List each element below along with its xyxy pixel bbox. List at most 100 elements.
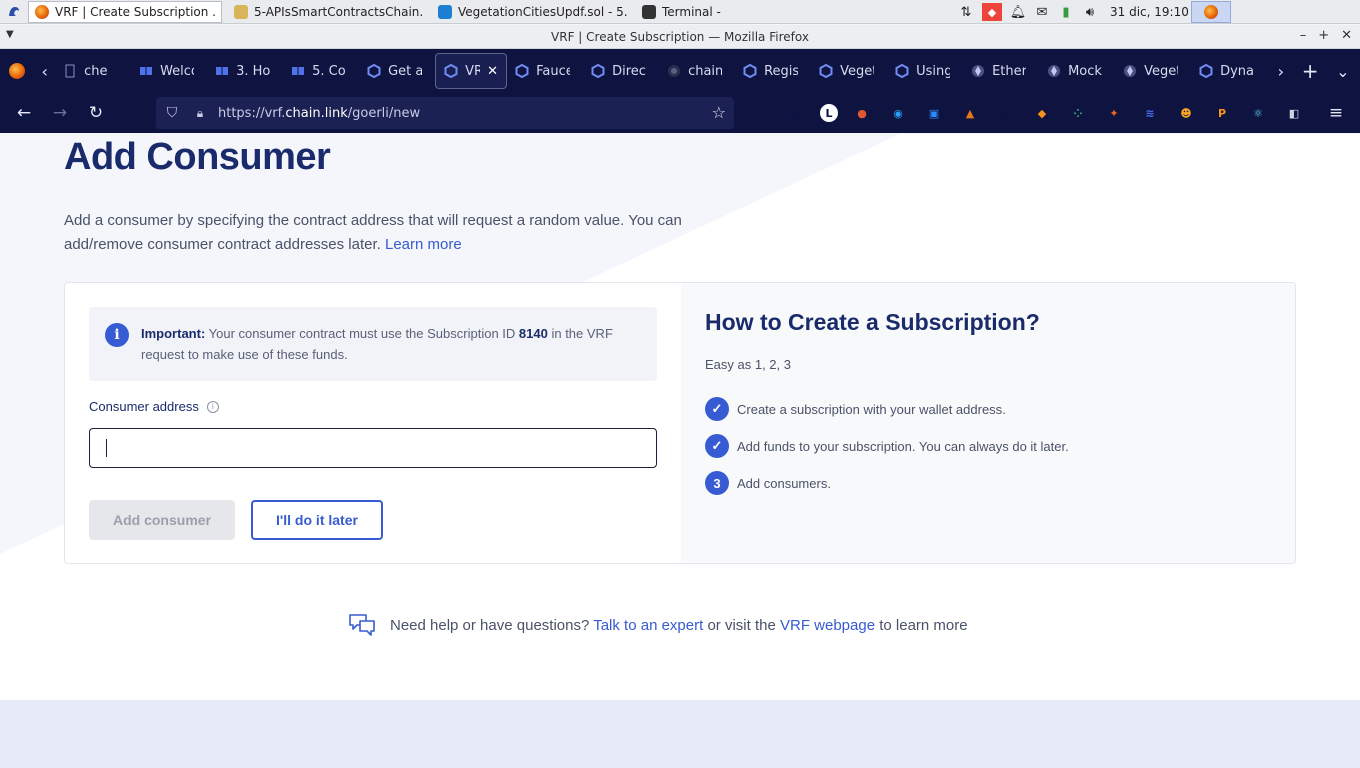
- taskbar-task-terminal[interactable]: Terminal -: [636, 1, 727, 23]
- rocket-icon[interactable]: ✦: [1102, 102, 1126, 124]
- pocket-icon[interactable]: ◙: [784, 102, 808, 124]
- step-text: Add consumers.: [737, 475, 831, 491]
- react-icon[interactable]: ⚛: [1246, 102, 1270, 124]
- chainlink-icon: [515, 64, 529, 78]
- vrf-webpage-link[interactable]: VRF webpage: [780, 617, 875, 634]
- tab-strip: ‹ che Welco 3. Ho 5. Co Get a VRF ✕ Fauce Direct…: [0, 49, 1360, 93]
- tab-title: Veget: [840, 63, 875, 79]
- browser-tab[interactable]: Regist: [735, 53, 811, 89]
- window-menu-icon[interactable]: ▼: [6, 29, 14, 40]
- notification-bell-icon[interactable]: 🔔︎: [1010, 4, 1027, 20]
- browser-tab[interactable]: Veget: [811, 53, 887, 89]
- browser-tab[interactable]: Direct: [583, 53, 659, 89]
- how-to-subtitle: Easy as 1, 2, 3: [705, 357, 791, 372]
- browser-tab[interactable]: Ether: [963, 53, 1039, 89]
- notice-text: Important: Your consumer contract must u…: [141, 323, 641, 365]
- dots-icon[interactable]: ⁘: [1066, 102, 1090, 124]
- maximize-icon[interactable]: +: [1318, 28, 1329, 43]
- browser-tab[interactable]: Using: [887, 53, 963, 89]
- taskbar-task-files[interactable]: 5-APIsSmartContractsChain...: [228, 1, 430, 23]
- shield-orange-icon[interactable]: ◆: [1030, 102, 1054, 124]
- privacy-icon[interactable]: ◉: [886, 102, 910, 124]
- lock-icon[interactable]: 🔒︎: [188, 106, 212, 121]
- info-icon: i: [105, 323, 129, 347]
- browser-tab[interactable]: chainl: [659, 53, 735, 89]
- avatar-ext-icon[interactable]: ☻: [1174, 102, 1198, 124]
- grid-icon[interactable]: ▦: [994, 102, 1018, 124]
- minimize-icon[interactable]: –: [1300, 28, 1307, 43]
- folder-icon: [234, 4, 248, 19]
- tracking-protection-icon[interactable]: ⛉: [156, 105, 188, 121]
- tabs-scroll-left-icon[interactable]: ‹: [34, 49, 55, 93]
- zoom-icon[interactable]: ▣: [922, 102, 946, 124]
- box-icon[interactable]: ◧: [1282, 102, 1306, 124]
- tab-title: Regist: [764, 63, 799, 79]
- new-tab-icon[interactable]: +: [1295, 49, 1326, 93]
- step-item: ✓ Create a subscription with your wallet…: [705, 397, 1006, 421]
- anydesk-icon[interactable]: ◆: [982, 3, 1002, 21]
- battery-icon[interactable]: ▮: [1058, 4, 1074, 20]
- intro-text: Add a consumer by specifying the contrac…: [64, 209, 724, 257]
- info-tooltip-icon[interactable]: i: [206, 400, 219, 413]
- layers-icon[interactable]: ≋: [1138, 102, 1162, 124]
- list-all-tabs-icon[interactable]: ⌄: [1326, 49, 1360, 93]
- browser-tab[interactable]: che: [55, 53, 131, 89]
- mail-icon[interactable]: ✉: [1034, 4, 1050, 20]
- add-consumer-button[interactable]: Add consumer: [89, 500, 235, 540]
- tab-title: 5. Co: [312, 63, 346, 79]
- browser-tab[interactable]: Mock: [1039, 53, 1115, 89]
- terminal-icon: [642, 4, 656, 19]
- chat-bubbles-icon: [349, 614, 375, 636]
- task-label: 5-APIsSmartContractsChain...: [254, 4, 424, 19]
- duckduckgo-icon[interactable]: ●: [850, 102, 874, 124]
- reload-icon[interactable]: ↻: [78, 93, 114, 133]
- github-icon: [667, 64, 681, 78]
- check-icon: ✓: [705, 434, 729, 458]
- tab-title: Get a: [388, 63, 423, 79]
- chainlink-icon: [895, 64, 909, 78]
- close-window-icon[interactable]: ✕: [1341, 28, 1352, 43]
- coin-icon[interactable]: P: [1210, 102, 1234, 124]
- forward-icon[interactable]: →: [42, 93, 78, 133]
- consumer-address-input[interactable]: [89, 428, 657, 468]
- volume-icon[interactable]: 🔊︎: [1082, 4, 1098, 20]
- book-icon: [215, 64, 229, 78]
- url-bar[interactable]: ⛉ 🔒︎ https://vrf. chain.link/goerli/new ☆: [156, 97, 734, 129]
- metamask-icon[interactable]: ▲: [958, 102, 982, 124]
- extensions-toolbar: ◙ L ● ◉ ▣ ▲ ▦ ◆ ⁘ ✦ ≋ ☻ P ⚛ ◧: [784, 102, 1306, 124]
- browser-tab[interactable]: Welco: [131, 53, 207, 89]
- talk-to-expert-link[interactable]: Talk to an expert: [593, 617, 703, 634]
- tabs-scroll-right-icon[interactable]: ›: [1267, 49, 1295, 93]
- app-menu-icon[interactable]: [0, 0, 28, 24]
- l-extension-icon[interactable]: L: [820, 104, 838, 122]
- clock[interactable]: 31 dic, 19:10: [1110, 5, 1189, 19]
- how-to-panel: How to Create a Subscription? Easy as 1,…: [681, 283, 1295, 563]
- app-menu-hamburger-icon[interactable]: ≡: [1318, 93, 1354, 133]
- url-prefix: https://vrf.: [218, 105, 286, 121]
- task-label: Terminal -: [662, 4, 721, 19]
- browser-tab[interactable]: Dynar: [1191, 53, 1267, 89]
- window-title: VRF | Create Subscription — Mozilla Fire…: [551, 29, 809, 44]
- chainlink-icon: [743, 64, 757, 78]
- chainlink-icon: [1199, 64, 1213, 78]
- browser-tab[interactable]: 5. Co: [283, 53, 359, 89]
- browser-tab[interactable]: Veget: [1115, 53, 1191, 89]
- check-icon: ✓: [705, 397, 729, 421]
- browser-tab[interactable]: VRF ✕: [435, 53, 508, 89]
- close-tab-icon[interactable]: ✕: [487, 64, 498, 79]
- browser-tab[interactable]: Fauce: [507, 53, 583, 89]
- tab-title: Using: [916, 63, 951, 79]
- browser-tab[interactable]: Get a: [359, 53, 435, 89]
- bookmark-star-icon[interactable]: ☆: [712, 103, 726, 122]
- step-item: ✓ Add funds to your subscription. You ca…: [705, 434, 1069, 458]
- taskbar-task-vscode[interactable]: VegetationCitiesUpdf.sol - 5...: [432, 1, 634, 23]
- do-it-later-button[interactable]: I'll do it later: [251, 500, 383, 540]
- browser-tab[interactable]: 3. Ho: [207, 53, 283, 89]
- firefox-view-icon[interactable]: [0, 49, 34, 93]
- back-icon[interactable]: ←: [6, 93, 42, 133]
- firefox-tray-icon[interactable]: [1191, 1, 1231, 23]
- network-transfer-icon[interactable]: ⇅: [958, 4, 974, 20]
- learn-more-link[interactable]: Learn more: [385, 236, 462, 253]
- ethereum-icon: [1123, 64, 1137, 78]
- taskbar-task-firefox[interactable]: VRF | Create Subscription ...: [28, 0, 222, 23]
